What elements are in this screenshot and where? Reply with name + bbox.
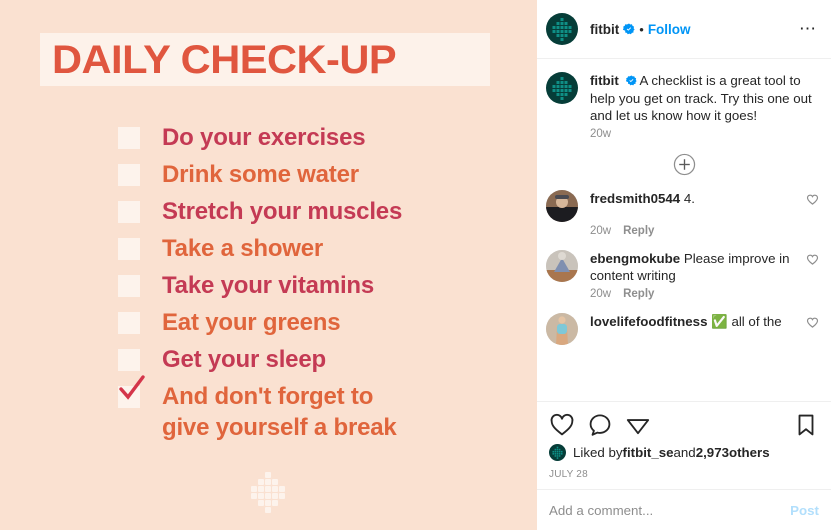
follow-button[interactable]: Follow	[648, 22, 691, 37]
caption-body: A checklist is a great tool to help you …	[590, 73, 812, 123]
comment-avatar-3-icon	[546, 312, 578, 345]
instagram-post: DAILY CHECK-UP Do your exercises Drink so…	[0, 0, 831, 530]
likes-row: Liked by fitbit_se and 2,973 others	[549, 442, 819, 461]
post-image[interactable]: DAILY CHECK-UP Do your exercises Drink so…	[0, 0, 537, 530]
comment-row: ebengmokube Please improve in content wr…	[537, 249, 831, 285]
fitbit-avatar-icon	[552, 446, 563, 459]
heart-outline-icon[interactable]	[806, 316, 819, 329]
avatar[interactable]	[546, 13, 578, 45]
comments-scroll-area[interactable]: fitbit A checklist is a great tool to he…	[537, 59, 831, 401]
more-options-icon[interactable]: ⋯	[797, 18, 819, 40]
action-bar: Liked by fitbit_se and 2,973 others JULY…	[537, 402, 831, 489]
comment-text-block: fredsmith0544 4.	[590, 190, 798, 208]
avatar[interactable]	[546, 249, 578, 282]
checklist-item-label: Drink some water	[162, 161, 359, 188]
bookmark-outline-icon[interactable]	[793, 412, 819, 438]
checklist-checkbox	[118, 164, 140, 186]
comment-username[interactable]: ebengmokube	[590, 251, 680, 266]
checklist-checkbox	[118, 238, 140, 260]
plus-circle-icon	[673, 153, 695, 175]
checklist-checkbox	[118, 349, 140, 371]
checklist-item-label: Take your vitamins	[162, 272, 375, 299]
likes-liker[interactable]: fitbit_se	[623, 445, 674, 460]
comment-meta: 20w Reply	[590, 288, 831, 300]
comment-body: 4.	[683, 190, 695, 206]
comment-row: fredsmith0544 4.	[537, 189, 831, 222]
comment-text-block: ebengmokube Please improve in content wr…	[590, 250, 798, 285]
checklist-checkbox	[118, 275, 140, 297]
checklist-item: Take your vitamins	[118, 270, 518, 307]
likes-prefix: Liked by	[573, 445, 623, 460]
likes-suffix[interactable]: others	[729, 445, 770, 460]
caption-username[interactable]: fitbit	[590, 73, 619, 88]
fitbit-avatar-icon	[552, 18, 572, 41]
checklist-item: Get your sleep	[118, 344, 518, 381]
checklist-checkbox	[118, 375, 145, 408]
caption-text-block: fitbit A checklist is a great tool to he…	[590, 72, 819, 125]
checklist-checkbox	[118, 127, 140, 149]
comment-input[interactable]	[549, 502, 783, 518]
checklist-item-label: Eat your greens	[162, 309, 341, 336]
action-icons-row	[549, 408, 819, 442]
checklist-item: Do your exercises	[118, 122, 518, 159]
likes-middle: and	[673, 445, 696, 460]
header-username[interactable]: fitbit	[590, 22, 619, 37]
fitbit-avatar-icon	[552, 77, 572, 100]
avatar[interactable]	[546, 189, 578, 222]
checklist-item: Take a shower	[118, 233, 518, 270]
checklist-item: Stretch your muscles	[118, 196, 518, 233]
checklist-item-label: Stretch your muscles	[162, 198, 403, 225]
caption-meta: 20w	[590, 128, 831, 140]
avatar[interactable]	[546, 312, 578, 345]
header-username-group: fitbit • Follow	[590, 22, 797, 37]
comment-username[interactable]: fredsmith0544	[590, 191, 680, 206]
checklist: Do your exercises Drink some water Stretch…	[118, 122, 518, 449]
comment-timestamp: 20w	[590, 224, 612, 237]
caption-timestamp: 20w	[590, 127, 612, 140]
checklist-item-label: And don't forget to give yourself a brea…	[162, 383, 397, 441]
fitbit-dot-logo-icon	[251, 472, 285, 513]
post-sidebar: fitbit • Follow ⋯ fitbit A checklist is …	[537, 0, 831, 530]
checklist-checkbox	[118, 201, 140, 223]
verified-badge-icon	[625, 75, 637, 86]
caption-avatar[interactable]	[546, 72, 578, 104]
post-date: JULY 28	[549, 469, 588, 480]
post-image-title: DAILY CHECK-UP	[52, 38, 397, 82]
reply-button[interactable]: Reply	[623, 225, 654, 237]
comment-avatar-2-icon	[546, 249, 578, 282]
checklist-item-label: Get your sleep	[162, 346, 326, 373]
post-comment-button[interactable]: Post	[782, 503, 819, 518]
heart-outline-icon[interactable]	[549, 412, 575, 438]
reply-button[interactable]: Reply	[623, 288, 654, 300]
comment-username[interactable]: lovelifefoodfitness	[590, 314, 707, 329]
comment-meta: 20w Reply	[590, 225, 831, 237]
checklist-checkbox	[118, 312, 140, 334]
liker-avatar[interactable]	[549, 444, 566, 461]
checklist-item: Drink some water	[118, 159, 518, 196]
comment-row: lovelifefoodfitness ✅ all of the	[537, 312, 831, 345]
add-comment-bar: Post	[537, 490, 831, 530]
likes-count[interactable]: 2,973	[696, 445, 729, 460]
checklist-item: Eat your greens	[118, 307, 518, 344]
comment-avatar-1-icon	[546, 189, 578, 222]
heart-outline-icon[interactable]	[806, 193, 819, 206]
comment-text-block: lovelifefoodfitness ✅ all of the	[590, 313, 798, 331]
comment-bubble-icon[interactable]	[587, 412, 613, 438]
heart-outline-icon[interactable]	[806, 253, 819, 266]
verified-badge-icon	[623, 23, 635, 35]
header-separator: •	[639, 21, 644, 37]
caption-row: fitbit A checklist is a great tool to he…	[537, 72, 831, 125]
checklist-item-label: Take a shower	[162, 235, 324, 262]
comment-body: ✅ all of the	[711, 313, 782, 329]
checklist-item: And don't forget to give yourself a brea…	[118, 375, 518, 449]
load-more-comments-button[interactable]	[537, 153, 831, 176]
checklist-item-label: Do your exercises	[162, 124, 366, 151]
share-paper-plane-icon[interactable]	[625, 412, 651, 438]
comment-timestamp: 20w	[590, 287, 612, 300]
post-header: fitbit • Follow ⋯	[537, 0, 831, 58]
